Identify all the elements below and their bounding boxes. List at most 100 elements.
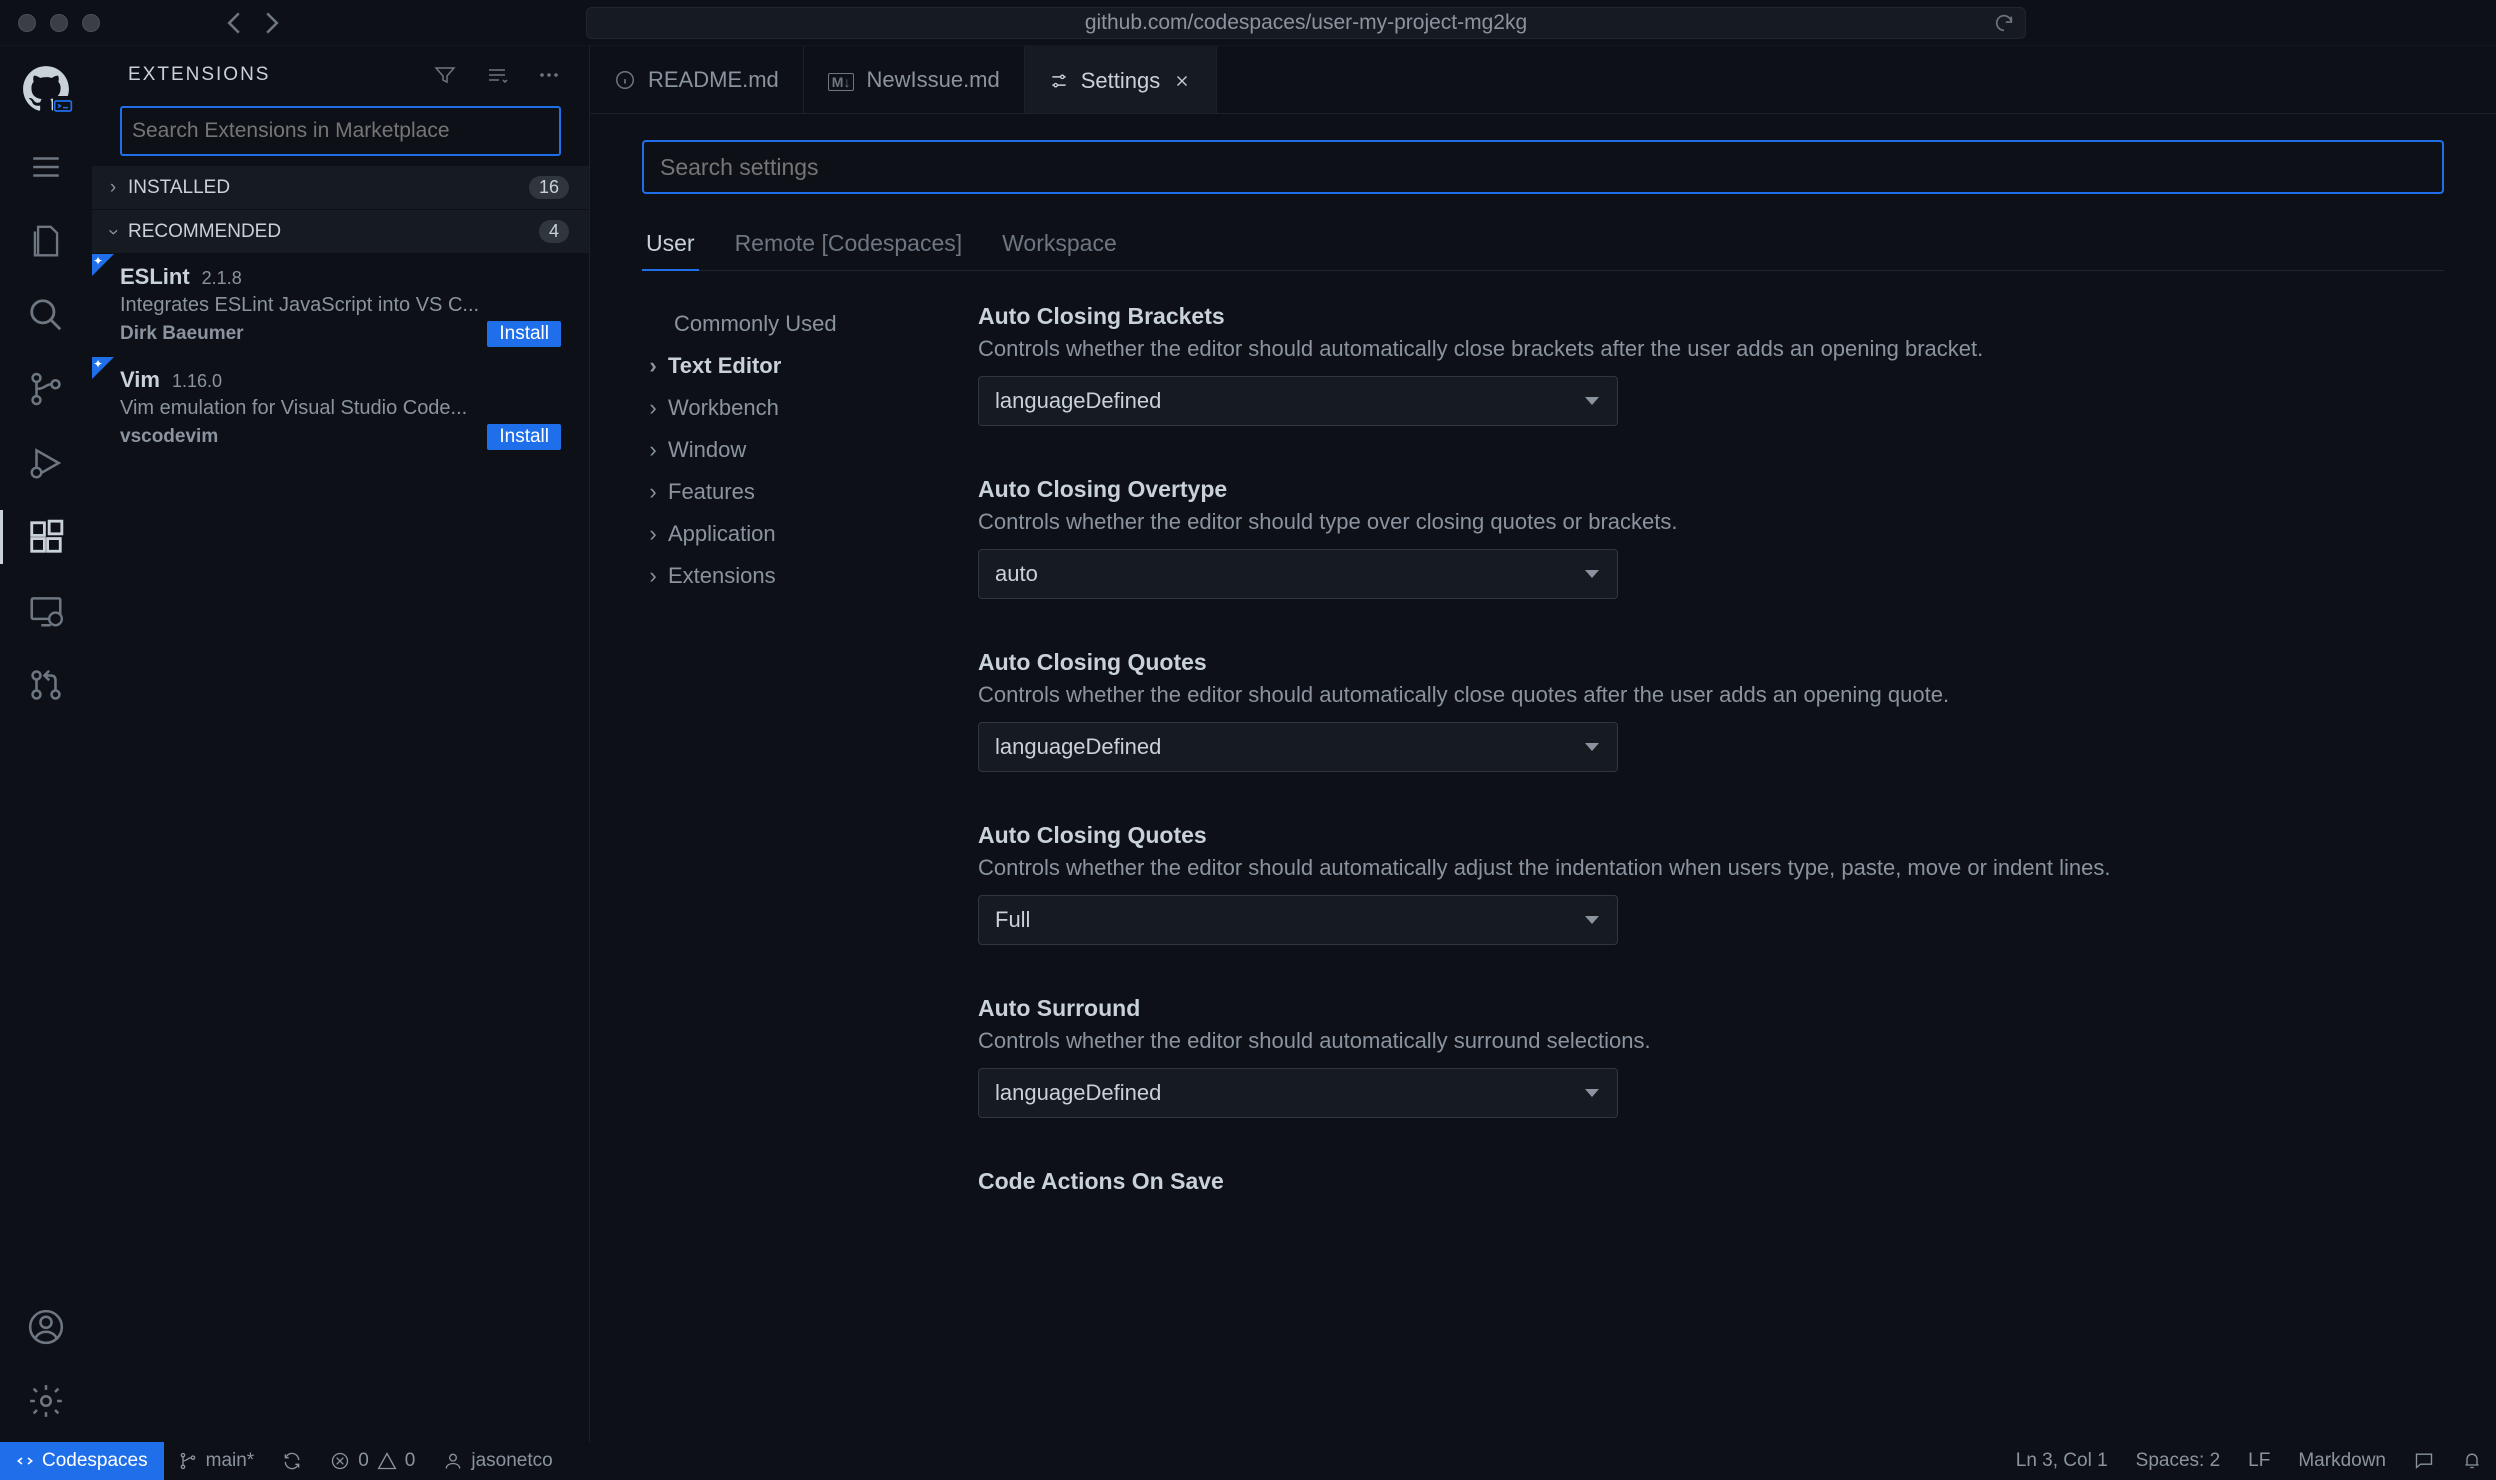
source-control-icon[interactable]	[25, 368, 67, 410]
explorer-icon[interactable]	[25, 220, 67, 262]
editor-area: README.md M↓ NewIssue.md Settings User Re…	[590, 46, 2496, 1442]
settings-gear-icon[interactable]	[25, 1380, 67, 1422]
spaces-status[interactable]: Spaces: 2	[2122, 1450, 2235, 1472]
chevron-right-icon: ›	[646, 395, 660, 421]
scope-tab[interactable]: Workspace	[998, 218, 1121, 270]
editor-tab[interactable]: M↓ NewIssue.md	[804, 46, 1025, 113]
setting-title: Auto Closing Quotes	[978, 649, 2444, 676]
settings-nav-item[interactable]: ›Extensions	[642, 555, 922, 597]
editor-tabs: README.md M↓ NewIssue.md Settings	[590, 46, 2496, 114]
scope-tab[interactable]: User	[642, 218, 699, 271]
settings-nav-item[interactable]: ›Text Editor	[642, 345, 922, 387]
github-logo	[21, 64, 71, 114]
clear-icon[interactable]	[485, 63, 509, 87]
branch-status[interactable]: main*	[164, 1442, 269, 1480]
nav-back-button[interactable]	[220, 9, 248, 37]
chevron-right-icon: ›	[646, 353, 660, 379]
setting-dropdown[interactable]: languageDefined	[978, 722, 1618, 772]
notifications-icon[interactable]	[2448, 1450, 2496, 1470]
recommended-badge-icon	[92, 357, 114, 379]
installed-section-header[interactable]: › INSTALLED 16	[92, 166, 589, 210]
extension-name: Vim	[120, 367, 160, 393]
menu-icon[interactable]	[25, 146, 67, 188]
url-bar[interactable]: github.com/codespaces/user-my-project-mg…	[586, 7, 2026, 39]
setting-dropdown[interactable]: auto	[978, 549, 1618, 599]
extension-description: Vim emulation for Visual Studio Code...	[120, 397, 561, 420]
settings-nav-item[interactable]: ›Workbench	[642, 387, 922, 429]
close-window-button[interactable]	[18, 14, 36, 32]
extensions-icon[interactable]	[25, 516, 67, 558]
settings-editor: User Remote [Codespaces] Workspace Commonl…	[590, 114, 2496, 1442]
titlebar: github.com/codespaces/user-my-project-mg…	[0, 0, 2496, 46]
extension-search-input[interactable]	[120, 106, 561, 156]
settings-search-input[interactable]	[642, 140, 2444, 194]
recommended-section-header[interactable]: › RECOMMENDED 4	[92, 210, 589, 254]
tab-label: README.md	[648, 67, 779, 93]
setting-title: Auto Closing Overtype	[978, 476, 2444, 503]
extension-version: 1.16.0	[172, 371, 222, 392]
settings-nav-item[interactable]: ›Window	[642, 429, 922, 471]
setting-item: Auto Closing Overtype Controls whether th…	[978, 476, 2444, 599]
editor-tab[interactable]: Settings	[1025, 46, 1218, 113]
debug-icon[interactable]	[25, 442, 67, 484]
language-status[interactable]: Markdown	[2284, 1450, 2400, 1472]
eol-status[interactable]: LF	[2234, 1450, 2284, 1472]
scope-tab[interactable]: Remote [Codespaces]	[731, 218, 967, 270]
feedback-icon[interactable]	[2400, 1450, 2448, 1470]
setting-description: Controls whether the editor should autom…	[978, 855, 2444, 881]
setting-item: Auto Closing BracketsControls whether th…	[978, 303, 2444, 426]
extension-item[interactable]: ESLint 2.1.8 Integrates ESLint JavaScrip…	[92, 254, 589, 357]
settings-scope-tabs: User Remote [Codespaces] Workspace	[642, 218, 2444, 271]
tab-label: Settings	[1081, 68, 1161, 94]
nav-forward-button[interactable]	[258, 9, 286, 37]
filter-icon[interactable]	[433, 63, 457, 87]
setting-title: Auto Closing Quotes	[978, 822, 2444, 849]
sync-status[interactable]	[268, 1442, 316, 1480]
setting-description: Controls whether the editor should type …	[978, 509, 2444, 535]
setting-title: Auto Surround	[978, 995, 2444, 1022]
setting-dropdown[interactable]: languageDefined	[978, 376, 1618, 426]
extension-name: ESLint	[120, 264, 190, 290]
account-icon[interactable]	[25, 1306, 67, 1348]
search-icon[interactable]	[25, 294, 67, 336]
close-icon[interactable]	[1172, 71, 1192, 91]
reload-icon[interactable]	[1993, 12, 2015, 34]
editor-tab[interactable]: README.md	[590, 46, 804, 113]
maximize-window-button[interactable]	[82, 14, 100, 32]
setting-item: Auto SurroundControls whether the editor…	[978, 995, 2444, 1118]
setting-description: Controls whether the editor should autom…	[978, 336, 2444, 362]
chevron-right-icon: ›	[646, 479, 660, 505]
more-icon[interactable]	[537, 63, 561, 87]
extension-author: vscodevim	[120, 426, 218, 448]
section-label: INSTALLED	[128, 177, 230, 199]
minimize-window-button[interactable]	[50, 14, 68, 32]
chevron-right-icon: ›	[646, 521, 660, 547]
extension-item[interactable]: Vim 1.16.0 Vim emulation for Visual Stud…	[92, 357, 589, 460]
setting-dropdown[interactable]: Full	[978, 895, 1618, 945]
settings-icon	[1049, 71, 1069, 91]
settings-nav-item[interactable]: ›Application	[642, 513, 922, 555]
sidebar-title: EXTENSIONS	[128, 64, 433, 86]
chevron-right-icon: ›	[106, 177, 120, 199]
extension-description: Integrates ESLint JavaScript into VS C..…	[120, 294, 561, 317]
cursor-position[interactable]: Ln 3, Col 1	[2002, 1450, 2122, 1472]
extensions-sidebar: EXTENSIONS › INSTALLED 16 › RECOMMENDED …	[92, 46, 590, 1442]
settings-nav: Commonly Used›Text Editor›Workbench›Wind…	[642, 303, 922, 1245]
user-status[interactable]: jasonetco	[429, 1442, 566, 1480]
codespaces-status[interactable]: Codespaces	[0, 1442, 164, 1480]
activity-bar	[0, 46, 92, 1442]
extension-author: Dirk Baeumer	[120, 323, 244, 345]
settings-content: Auto Closing BracketsControls whether th…	[978, 303, 2444, 1245]
section-label: RECOMMENDED	[128, 221, 281, 243]
remote-explorer-icon[interactable]	[25, 590, 67, 632]
install-button[interactable]: Install	[487, 424, 561, 450]
setting-dropdown[interactable]: languageDefined	[978, 1068, 1618, 1118]
settings-nav-item[interactable]: Commonly Used	[642, 303, 922, 345]
problems-status[interactable]: 0 0	[316, 1442, 429, 1480]
settings-nav-item[interactable]: ›Features	[642, 471, 922, 513]
github-pr-icon[interactable]	[25, 664, 67, 706]
setting-title: Code Actions On Save	[978, 1168, 2444, 1195]
chevron-right-icon: ›	[646, 437, 660, 463]
setting-item: Auto Closing Quotes Controls whether the …	[978, 822, 2444, 945]
install-button[interactable]: Install	[487, 321, 561, 347]
